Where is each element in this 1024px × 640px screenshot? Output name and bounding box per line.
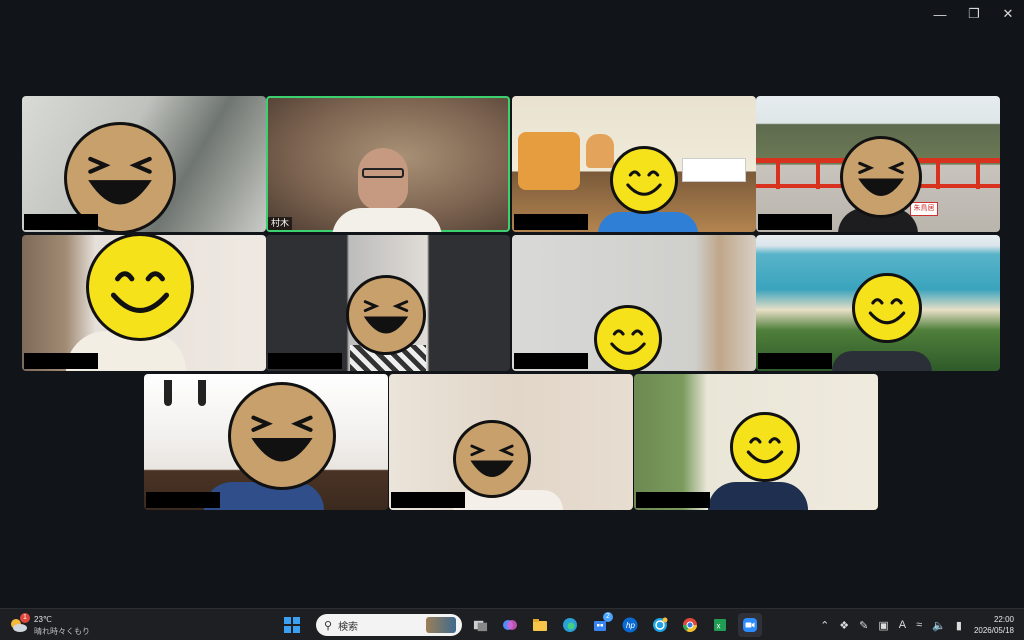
glasses-icon [362,168,404,178]
laughing-face-mask-icon [346,275,426,355]
system-tray: ⌃ ❖ ✎ ▣ A ≈ 🔈 ▮ 22:00 2026/05/18 [810,613,1014,637]
svg-text:x: x [717,622,721,631]
laughing-face-mask-icon [840,136,922,218]
excel-icon[interactable]: x [708,613,732,637]
name-bar-redacted [758,353,832,369]
weather-condition: 晴れ時々くもり [34,627,90,636]
participant-shirt [332,208,442,232]
clock-date: 2026/05/18 [973,626,1014,635]
task-view-icon[interactable] [468,613,492,637]
participant-tile-9[interactable] [144,374,388,510]
weather-widget[interactable]: 1 23℃ 晴れ時々くもり [8,613,98,637]
start-icon[interactable] [280,613,304,637]
taskbar: 1 23℃ 晴れ時々くもり ⚲ 検索 2 hp x ⌃ ❖ ✎ ▣ A ≈ 🔈 … [0,608,1024,640]
laughing-face-mask-icon [228,382,336,490]
bread-toy-decoration [518,132,580,190]
participant-tile-10[interactable] [389,374,633,510]
search-highlight-image [426,617,456,633]
pen-icon[interactable]: ✎ [859,619,868,632]
weather-badge: 1 [20,613,30,623]
copilot-icon[interactable] [498,613,522,637]
pendant-lamp-decoration [198,380,206,406]
participant-tile-3[interactable] [512,96,756,232]
ime-indicator[interactable]: A [899,619,906,631]
search-icon: ⚲ [324,619,333,632]
participant-tile-6[interactable] [266,235,510,371]
name-bar-redacted [268,353,342,369]
participant-name-label: 村木 [268,217,293,230]
participant-tile-4[interactable]: 朱鳥居 [756,96,1000,232]
participant-shirt [832,351,932,371]
name-bar-redacted [24,214,98,230]
pendant-lamp-decoration [164,380,172,406]
svg-text:hp: hp [626,621,635,630]
participant-tile-8[interactable] [756,235,1000,371]
screen-capture-icon[interactable]: ▣ [878,619,888,632]
smiley-face-mask-icon [730,412,800,482]
edge-icon[interactable] [558,613,582,637]
chevron-up-icon[interactable]: ⌃ [820,619,829,632]
clock[interactable]: 22:00 2026/05/18 [974,614,1014,636]
store-badge: 2 [603,612,613,622]
participant-tile-11[interactable] [634,374,878,510]
toy-table-decoration [682,158,746,182]
store-icon[interactable]: 2 [588,612,613,637]
dropbox-icon[interactable]: ❖ [839,619,849,632]
name-bar-redacted [636,492,710,508]
zoom-icon[interactable] [738,613,762,637]
search-box[interactable]: ⚲ 検索 [316,614,462,636]
participant-tile-2-active-speaker[interactable]: 村木 [266,96,510,232]
video-grid: 村木 朱鳥居 [0,0,1024,600]
search-placeholder: 検索 [338,621,359,633]
name-bar-redacted [24,353,98,369]
participant-tile-1[interactable] [22,96,266,232]
name-bar-redacted [514,353,588,369]
weather-temp: 23℃ [34,615,52,624]
name-bar-redacted [146,492,220,508]
bread-toy-decoration [586,134,614,168]
smiley-face-mask-icon [852,273,922,343]
participant-shirt [708,482,808,510]
participant-head [358,148,408,210]
clock-time: 22:00 [993,615,1014,624]
battery-icon[interactable]: ▮ [956,619,962,632]
volume-icon[interactable]: 🔈 [932,619,946,632]
hp-icon[interactable]: hp [618,613,642,637]
chrome-icon[interactable] [678,613,702,637]
name-bar-redacted [391,492,465,508]
smiley-face-mask-icon [594,305,662,371]
laughing-face-mask-icon [453,420,531,498]
taskbar-apps: ⚲ 検索 2 hp x [280,612,768,637]
smiley-face-mask-icon [610,146,678,214]
whatsapp-icon[interactable] [648,613,672,637]
participant-tile-5[interactable] [22,235,266,371]
name-bar-redacted [514,214,588,230]
participant-tile-7[interactable] [512,235,756,371]
file-explorer-icon[interactable] [528,613,552,637]
name-bar-redacted [758,214,832,230]
smiley-face-mask-icon [86,235,194,341]
wifi-icon[interactable]: ≈ [916,619,922,631]
